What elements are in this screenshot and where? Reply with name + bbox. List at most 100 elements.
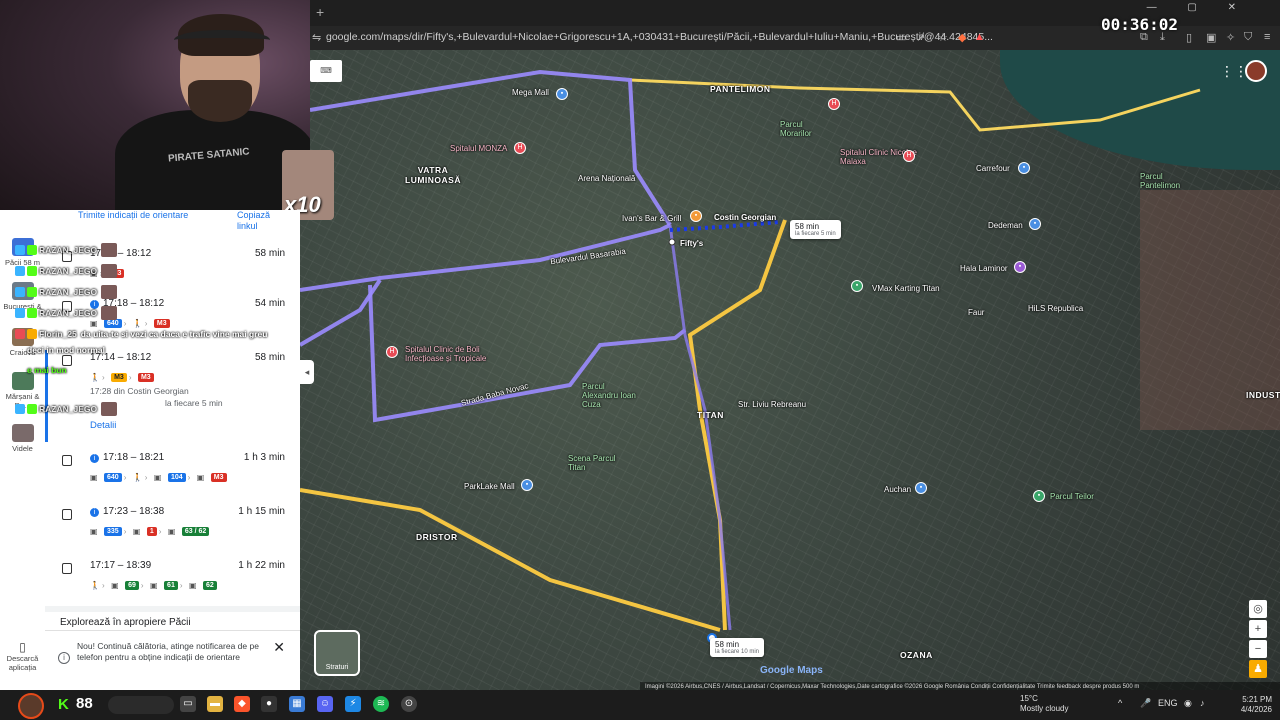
- volume-icon[interactable]: ♪: [1200, 698, 1205, 708]
- pegman-icon[interactable]: ♟: [1249, 660, 1267, 678]
- leo-icon[interactable]: ✧: [1226, 31, 1235, 44]
- app-icon[interactable]: ⚡: [345, 696, 361, 712]
- section-divider: [45, 606, 300, 612]
- line-badge: 640: [104, 473, 122, 483]
- chevron-right-icon: ›: [123, 473, 127, 483]
- line-badge: 1: [146, 527, 157, 537]
- account-avatar[interactable]: [1245, 60, 1267, 82]
- badge-icon: [27, 244, 37, 255]
- obs-icon[interactable]: ●: [261, 696, 277, 712]
- emote-icon: [101, 305, 118, 320]
- tray-chevron-icon[interactable]: ^: [1118, 698, 1122, 708]
- new-tab-icon[interactable]: +: [316, 4, 324, 20]
- close-icon[interactable]: ✕: [273, 639, 285, 656]
- park-pin-icon[interactable]: ▪: [1033, 490, 1045, 502]
- task-view-icon[interactable]: ▭: [180, 696, 196, 712]
- route-legs: ▣ 640 › 🚶 › ▣ 104 › ▣ M3: [90, 469, 229, 483]
- badge-icon: [27, 265, 37, 276]
- chevron-right-icon: ›: [144, 473, 148, 483]
- shopping-pin-icon[interactable]: ▪: [1018, 162, 1030, 174]
- route-time: 17:17 – 18:39: [90, 560, 152, 571]
- layers-button[interactable]: Straturi: [314, 630, 360, 676]
- brave-rewards-icon[interactable]: ▲: [974, 31, 985, 43]
- line-badge: 61: [164, 581, 178, 591]
- wallet-icon[interactable]: ▣: [1206, 31, 1216, 44]
- route-option[interactable]: i 17:23 – 18:38 1 h 15 min ▣ 335 › ▣ 1 › ▣ …: [45, 506, 300, 546]
- microphone-icon[interactable]: 🎤: [1140, 698, 1151, 709]
- download-app-button[interactable]: ▯ Descarcă aplicația: [2, 640, 43, 672]
- route-time-text: 17:23 – 18:38: [103, 506, 165, 517]
- map-label: Parcul Alexandru Ioan Cuza: [582, 382, 636, 409]
- map-label: Spitalul Clinic Nicolae Malaxa: [840, 148, 917, 166]
- map-label: Str. Liviu Rebreanu: [738, 400, 807, 409]
- install-icon[interactable]: ▭: [896, 31, 906, 44]
- store-icon[interactable]: ▦: [289, 696, 305, 712]
- hospital-pin-icon[interactable]: H: [514, 142, 526, 154]
- map-label: HiLS Republica: [1028, 304, 1084, 313]
- zoom-out-button[interactable]: −: [1249, 640, 1267, 658]
- hospital-pin-icon[interactable]: H: [386, 346, 398, 358]
- route-details-link[interactable]: Detalii: [90, 420, 116, 431]
- sidebar-item-videle[interactable]: Videle: [2, 424, 43, 453]
- map-keyboard-icon[interactable]: ⌨: [310, 60, 342, 82]
- send-directions-link[interactable]: Trimite indicații de orientare: [78, 210, 188, 220]
- taskbar-search[interactable]: [108, 696, 174, 714]
- badge-icon: [15, 307, 25, 318]
- chat-message: e mai bun: [27, 361, 67, 375]
- weather-widget[interactable]: 15°C Mostly cloudy: [1020, 694, 1068, 714]
- spotify-icon[interactable]: ≋: [373, 696, 389, 712]
- file-explorer-icon[interactable]: ▬: [207, 696, 223, 712]
- venue-pin-icon[interactable]: ▪: [1014, 261, 1026, 273]
- chat-message: RAZAN_JEGO: [15, 262, 118, 278]
- map-label: Ivan's Bar & Grill: [622, 214, 682, 223]
- chat-username: RAZAN_JEGO: [39, 403, 98, 414]
- shopping-pin-icon[interactable]: ▪: [915, 482, 927, 494]
- road-yellow-south: [300, 488, 721, 632]
- zoom-in-button[interactable]: +: [1249, 620, 1267, 638]
- apps-grid-icon[interactable]: ⋮⋮: [1220, 63, 1248, 80]
- my-location-icon[interactable]: ◎: [1249, 600, 1267, 618]
- discord-icon[interactable]: ☺: [317, 696, 333, 712]
- route-option[interactable]: i 17:18 – 18:21 1 h 3 min ▣ 640 › 🚶 › ▣ 104…: [45, 452, 300, 492]
- brave-browser-icon[interactable]: ◆: [234, 696, 250, 712]
- vpn-icon[interactable]: ⛉: [1244, 31, 1252, 44]
- shopping-pin-icon[interactable]: ▪: [521, 479, 533, 491]
- bookmark-icon[interactable]: ☆: [938, 31, 948, 44]
- copy-link-button[interactable]: Copiază linkul: [237, 210, 287, 232]
- screen: PANTELIMON VATRA LUMINOASĂ Mega Mall Are…: [0, 0, 1280, 720]
- chevron-right-icon: ›: [101, 581, 105, 591]
- language-indicator[interactable]: ENG: [1158, 698, 1178, 708]
- route-option[interactable]: 17:17 – 18:39 1 h 22 min 🚶 › ▣ 69 › ▣ 61 › …: [45, 560, 300, 600]
- map-label: Mega Mall: [512, 88, 549, 97]
- shopping-pin-icon[interactable]: ▪: [556, 88, 568, 100]
- hospital-pin-icon[interactable]: H: [903, 150, 915, 162]
- brave-shield-icon[interactable]: ◆: [958, 31, 966, 44]
- weather-desc: Mostly cloudy: [1020, 704, 1069, 713]
- google-logo: Google Maps: [760, 665, 823, 676]
- shopping-pin-icon[interactable]: ▪: [1029, 218, 1041, 230]
- tram-icon: [62, 509, 72, 520]
- tram-icon: [62, 563, 72, 574]
- route-duration-callout[interactable]: 58 min la fiecare 5 min: [790, 220, 841, 239]
- system-clock[interactable]: 5:21 PM 4/4/2026: [1222, 695, 1272, 715]
- sidebar-toggle-icon[interactable]: ▯: [1186, 31, 1192, 44]
- walk-icon: 🚶: [90, 581, 100, 591]
- steam-icon[interactable]: ⊙: [401, 696, 417, 712]
- karting-pin-icon[interactable]: ▪: [851, 280, 863, 292]
- chat-username: Florin_25: [39, 328, 77, 339]
- site-info-icon[interactable]: ⇋: [312, 31, 322, 44]
- share-icon[interactable]: ↗: [916, 31, 925, 44]
- map-satellite-view[interactable]: PANTELIMON VATRA LUMINOASĂ Mega Mall Are…: [300, 50, 1280, 690]
- metro-icon: ▣: [196, 473, 205, 483]
- place-thumbnail: [11, 424, 34, 442]
- route-duration-callout[interactable]: 58 min la fiecare 10 min: [710, 638, 765, 657]
- restaurant-pin-icon[interactable]: ▪: [690, 210, 702, 222]
- info-icon: i: [90, 454, 99, 463]
- map-label: Faur: [968, 308, 985, 317]
- window-controls[interactable]: — ▢ ✕: [1147, 2, 1250, 13]
- wifi-icon[interactable]: ◉: [1184, 698, 1192, 709]
- menu-icon[interactable]: ≡: [1264, 31, 1270, 43]
- chevron-right-icon: ›: [187, 473, 191, 483]
- bus-icon: ▣: [90, 527, 98, 537]
- hospital-pin-icon[interactable]: H: [828, 98, 840, 110]
